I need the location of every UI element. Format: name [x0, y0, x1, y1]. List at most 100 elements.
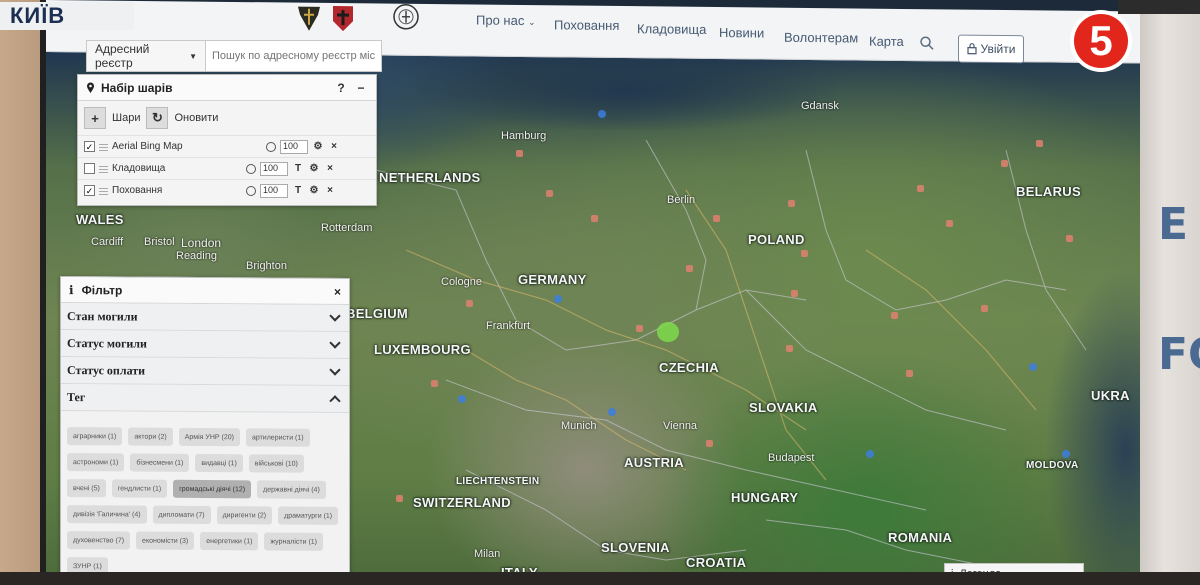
layer-row: ✓ Aerial Bing Map 100 ⚙ × — [78, 135, 376, 157]
burial-pin[interactable] — [891, 312, 898, 319]
burial-pin[interactable] — [1036, 140, 1043, 147]
burial-pin[interactable] — [981, 305, 988, 312]
cemetery-pin[interactable] — [554, 295, 562, 303]
burial-pin[interactable] — [1066, 235, 1073, 242]
tag-chip[interactable]: астрономи (1) — [67, 453, 125, 472]
layer-checkbox[interactable] — [84, 163, 95, 174]
city-caption: КИЇВ — [0, 2, 134, 30]
close-icon[interactable]: × — [324, 185, 336, 196]
address-search-input[interactable] — [206, 40, 382, 72]
filter-icon[interactable]: T — [292, 185, 304, 196]
burial-pin[interactable] — [466, 300, 473, 307]
layer-checkbox[interactable]: ✓ — [84, 141, 95, 152]
burial-pin[interactable] — [713, 215, 720, 222]
tag-chip[interactable]: державні діячі (4) — [257, 480, 326, 499]
burial-pin[interactable] — [791, 290, 798, 297]
burial-pin[interactable] — [396, 495, 403, 502]
filter-section-label: Тег — [67, 389, 86, 404]
add-layers-button[interactable]: + Шари — [84, 107, 140, 129]
tag-chip[interactable]: дипломати (7) — [152, 505, 211, 525]
address-search: Адресний реєстр ▼ — [86, 40, 382, 72]
cemetery-pin[interactable] — [1062, 450, 1070, 458]
nav-volunteers[interactable]: Волонтерам — [784, 30, 858, 46]
burial-pin[interactable] — [786, 345, 793, 352]
layer-checkbox[interactable]: ✓ — [84, 185, 95, 196]
layer-opacity-input[interactable]: 100 — [280, 139, 308, 154]
search-icon[interactable] — [919, 35, 935, 51]
drag-handle-icon[interactable] — [99, 186, 108, 195]
gear-icon[interactable]: ⚙ — [308, 185, 320, 196]
drag-handle-icon[interactable] — [99, 164, 108, 173]
burial-pin[interactable] — [686, 265, 693, 272]
filter-section-grave-condition[interactable]: Стан могили — [61, 303, 349, 333]
cemetery-pin[interactable] — [598, 110, 606, 118]
country-label: POLAND — [748, 232, 805, 247]
nav-burials[interactable]: Поховання — [554, 17, 619, 33]
filter-section-tag[interactable]: Тег — [61, 384, 349, 414]
refresh-label: Оновити — [174, 112, 219, 124]
tag-chip[interactable]: вчені (5) — [67, 479, 106, 498]
tag-chip[interactable]: артилеристи (1) — [245, 428, 310, 447]
burial-pin[interactable] — [546, 190, 553, 197]
layer-opacity-input[interactable]: 100 — [260, 161, 288, 176]
tag-chip[interactable]: диригенти (2) — [216, 506, 273, 525]
refresh-button[interactable]: ↻ Оновити — [146, 107, 218, 129]
nav-about-label: Про нас — [476, 12, 525, 29]
cemetery-pin[interactable] — [458, 395, 466, 403]
country-label: CROATIA — [686, 555, 747, 570]
login-button[interactable]: Увійти — [958, 34, 1024, 64]
layer-row: Кладовища 100 T ⚙ × — [78, 157, 376, 179]
minimize-button[interactable]: − — [354, 81, 368, 95]
tag-chip[interactable]: журналісти (1) — [264, 532, 324, 551]
nav-about[interactable]: Про нас ⌄ — [476, 13, 536, 29]
burial-pin[interactable] — [906, 370, 913, 377]
city-label: London — [181, 236, 222, 250]
country-label: AUSTRIA — [624, 455, 684, 470]
filter-icon[interactable]: T — [292, 163, 304, 174]
tag-chip[interactable]: гендлисти (1) — [111, 479, 168, 498]
country-label: BELGIUM — [346, 306, 409, 321]
filter-section-label: Статус могили — [67, 335, 147, 351]
burial-pin[interactable] — [516, 150, 523, 157]
tag-chip[interactable]: духовенство (7) — [67, 531, 131, 550]
cemetery-pin[interactable] — [866, 450, 874, 458]
close-icon[interactable]: × — [334, 284, 341, 298]
tag-chip[interactable]: громадські діячі (12) — [173, 479, 252, 499]
tag-chip[interactable]: військові (10) — [248, 454, 304, 473]
burial-pin[interactable] — [788, 200, 795, 207]
filter-section-payment-status[interactable]: Статус оплати — [61, 357, 349, 387]
selected-location-marker[interactable] — [657, 322, 679, 342]
help-button[interactable]: ? — [334, 81, 348, 95]
close-icon[interactable]: × — [324, 163, 336, 174]
tag-chip[interactable]: видавці (1) — [195, 453, 243, 473]
nav-news[interactable]: Новини — [719, 25, 764, 40]
tag-chip[interactable]: аграрники (1) — [67, 427, 123, 446]
drag-handle-icon[interactable] — [99, 142, 108, 151]
tag-chip[interactable]: дивізія 'Галичина' (4) — [67, 505, 147, 524]
tag-chip[interactable]: актори (2) — [128, 427, 173, 446]
burial-pin[interactable] — [431, 380, 438, 387]
burial-pin[interactable] — [946, 220, 953, 227]
burial-pin[interactable] — [706, 440, 713, 447]
nav-cemeteries[interactable]: Кладовища — [637, 21, 706, 37]
burial-pin[interactable] — [636, 325, 643, 332]
tag-chip[interactable]: драматурги (1) — [278, 506, 339, 525]
tag-chip[interactable]: економісти (3) — [136, 531, 195, 550]
tag-chip[interactable]: енергетики (1) — [200, 531, 259, 551]
tag-chip[interactable]: бізнесмени (1) — [130, 453, 190, 472]
burial-pin[interactable] — [591, 215, 598, 222]
gear-icon[interactable]: ⚙ — [312, 141, 324, 152]
burial-pin[interactable] — [917, 185, 924, 192]
channel-number: 5 — [1089, 17, 1112, 64]
gear-icon[interactable]: ⚙ — [308, 163, 320, 174]
filter-section-grave-status[interactable]: Статус могили — [61, 330, 349, 360]
cemetery-pin[interactable] — [1029, 363, 1037, 371]
nav-map[interactable]: Карта — [869, 34, 904, 49]
close-icon[interactable]: × — [328, 141, 340, 152]
burial-pin[interactable] — [801, 250, 808, 257]
registry-select[interactable]: Адресний реєстр ▼ — [86, 40, 206, 72]
layer-opacity-input[interactable]: 100 — [260, 183, 288, 198]
tag-chip[interactable]: Армія УНР (20) — [178, 427, 240, 447]
cemetery-pin[interactable] — [608, 408, 616, 416]
burial-pin[interactable] — [1001, 160, 1008, 167]
